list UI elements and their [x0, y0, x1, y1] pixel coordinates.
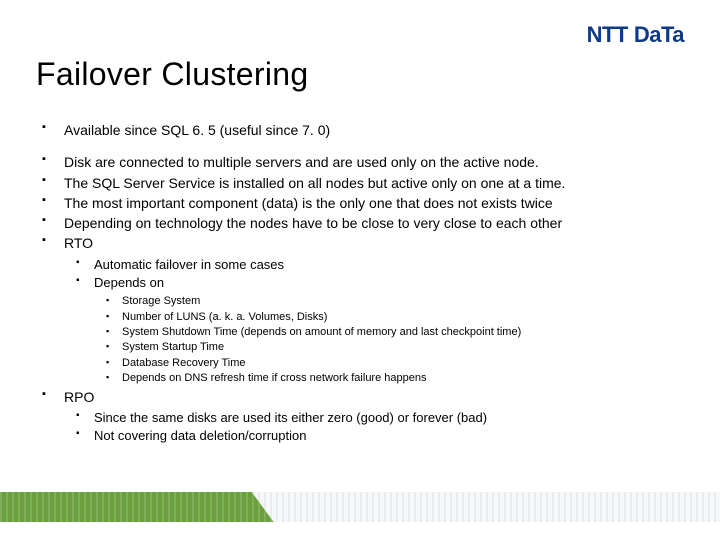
sublist-rto-depends: Storage System Number of LUNS (a. k. a. … — [100, 294, 684, 386]
bullet-text: Depending on technology the nodes have t… — [64, 215, 562, 231]
bullet-text: RPO — [64, 389, 94, 405]
subsub-item: Storage System — [100, 294, 684, 309]
sub-item: Automatic failover in some cases — [70, 256, 684, 274]
bullet-list: Available since SQL 6. 5 (useful since 7… — [36, 120, 684, 445]
content: Available since SQL 6. 5 (useful since 7… — [36, 120, 684, 445]
sub-item: Since the same disks are used its either… — [70, 409, 684, 427]
bullet-item: Available since SQL 6. 5 (useful since 7… — [36, 120, 684, 140]
sub-item: Not covering data deletion/corruption — [70, 427, 684, 445]
subsub-text: System Startup Time — [122, 341, 224, 353]
sub-text: Not covering data deletion/corruption — [94, 428, 306, 443]
subsub-text: Depends on DNS refresh time if cross net… — [122, 372, 426, 384]
bullet-item: RTO Automatic failover in some cases Dep… — [36, 233, 684, 386]
sub-text: Depends on — [94, 275, 164, 290]
sublist-rto: Automatic failover in some cases Depends… — [70, 256, 684, 387]
bullet-text: Disk are connected to multiple servers a… — [64, 154, 539, 170]
bullet-item: Disk are connected to multiple servers a… — [36, 152, 684, 172]
bullet-item: RPO Since the same disks are used its ei… — [36, 387, 684, 446]
sub-text: Automatic failover in some cases — [94, 257, 284, 272]
subsub-text: Storage System — [122, 295, 200, 307]
bullet-text: The most important component (data) is t… — [64, 195, 553, 211]
bullet-item: Depending on technology the nodes have t… — [36, 213, 684, 233]
subsub-item: Number of LUNS (a. k. a. Volumes, Disks) — [100, 310, 684, 325]
page-title: Failover Clustering — [36, 56, 308, 93]
subsub-text: Database Recovery Time — [122, 357, 246, 369]
footer-band — [0, 492, 720, 522]
sublist-rpo: Since the same disks are used its either… — [70, 409, 684, 445]
subsub-item: Depends on DNS refresh time if cross net… — [100, 371, 684, 386]
bullet-item: The SQL Server Service is installed on a… — [36, 173, 684, 193]
slide: NTTDaTa Failover Clustering Available si… — [0, 0, 720, 540]
footer-band-green — [0, 492, 274, 522]
bullet-item: The most important component (data) is t… — [36, 193, 684, 213]
bullet-text: RTO — [64, 235, 93, 251]
sub-item: Depends on Storage System Number of LUNS… — [70, 274, 684, 387]
subsub-item: System Shutdown Time (depends on amount … — [100, 325, 684, 340]
subsub-text: System Shutdown Time (depends on amount … — [122, 326, 521, 338]
subsub-item: System Startup Time — [100, 340, 684, 355]
sub-text: Since the same disks are used its either… — [94, 410, 487, 425]
logo-text: NTTDaTa — [587, 24, 684, 46]
bullet-text: The SQL Server Service is installed on a… — [64, 175, 565, 191]
logo: NTTDaTa — [587, 24, 684, 46]
subsub-text: Number of LUNS (a. k. a. Volumes, Disks) — [122, 311, 327, 323]
bullet-text: Available since SQL 6. 5 (useful since 7… — [64, 122, 330, 138]
subsub-item: Database Recovery Time — [100, 356, 684, 371]
